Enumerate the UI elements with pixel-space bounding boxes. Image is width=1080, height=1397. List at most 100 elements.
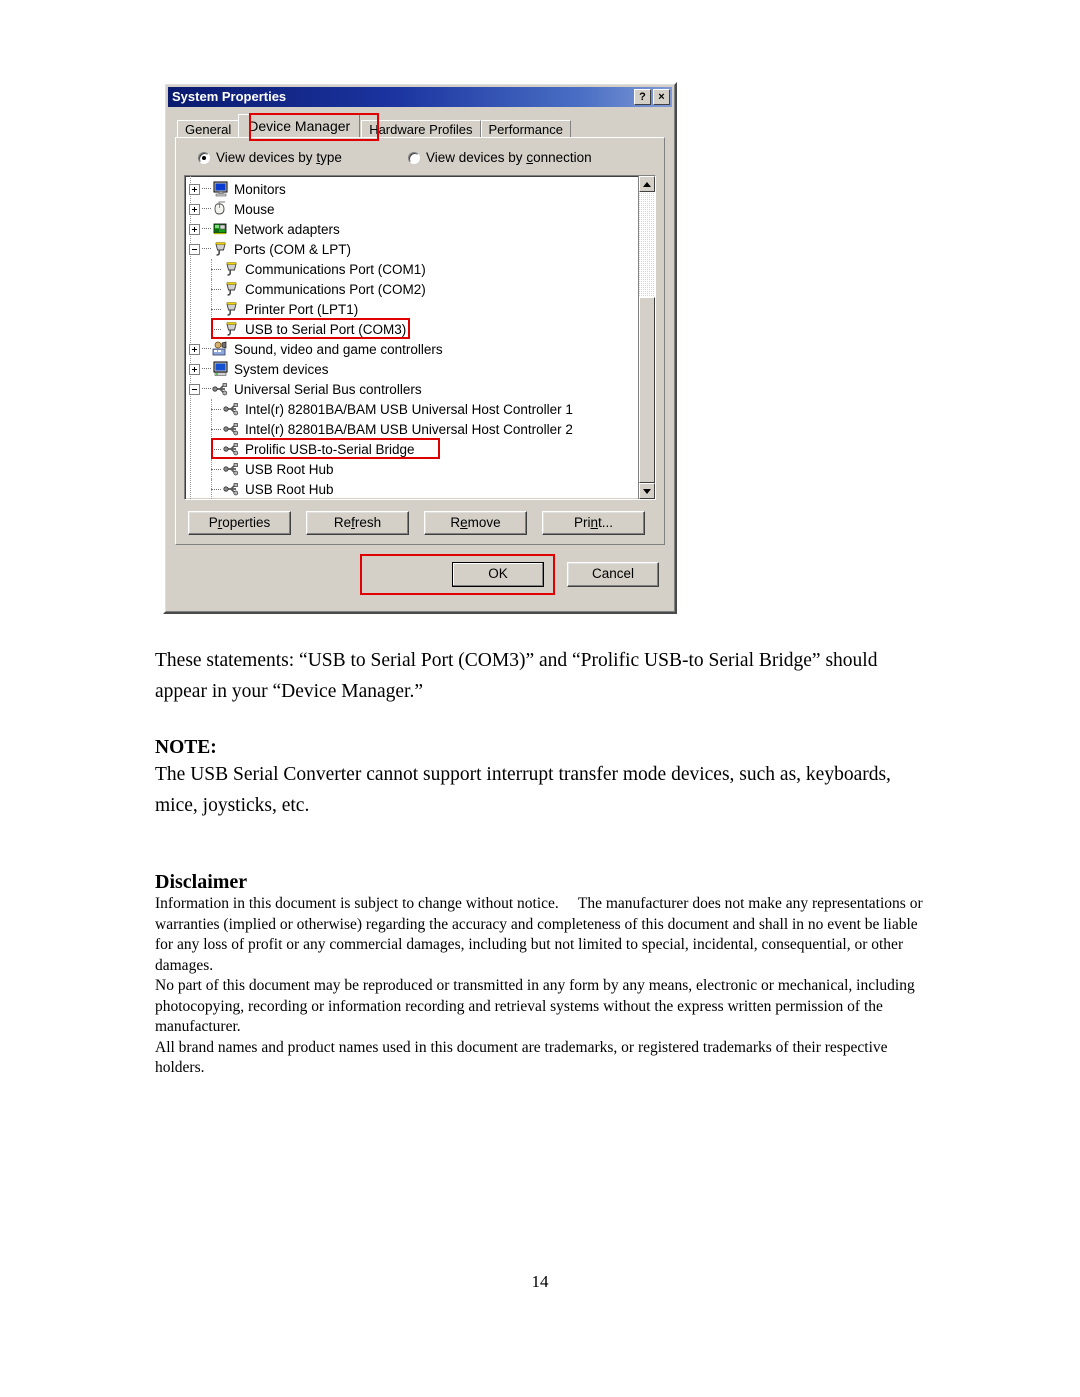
tree-item[interactable]: Monitors <box>189 179 638 199</box>
device-tree-rows[interactable]: Monitors Mouse Network adapters Ports (COM … <box>185 176 638 499</box>
tree-item[interactable]: Ports (COM & LPT) <box>189 239 638 259</box>
tree-connector-line <box>202 188 211 190</box>
ok-annotation-box: OK <box>360 554 555 595</box>
tree-connector-stub <box>211 309 221 311</box>
tree-vertical-scrollbar[interactable] <box>638 176 655 499</box>
tree-item[interactable]: Printer Port (LPT1) <box>189 299 638 319</box>
collapse-minus-icon[interactable] <box>189 383 200 395</box>
tree-connector-line <box>202 348 211 350</box>
usb-icon <box>212 381 230 397</box>
tree-item-label: USB to Serial Port (COM3) <box>245 321 407 337</box>
tree-item[interactable]: Intel(r) 82801BA/BAM USB Universal Host … <box>189 399 638 419</box>
tree-item-label: Network adapters <box>234 221 340 237</box>
ok-button[interactable]: OK <box>452 562 544 587</box>
scrollbar-thumb[interactable] <box>639 296 655 483</box>
view-mode-options: View devices by type View devices by con… <box>198 150 656 165</box>
radio-button-icon <box>198 151 210 164</box>
dialog-titlebar[interactable]: System Properties ? × <box>168 87 672 107</box>
tree-item[interactable]: Communications Port (COM2) <box>189 279 638 299</box>
radio-view-by-type[interactable]: View devices by type <box>198 150 408 165</box>
radio-button-icon <box>408 151 420 164</box>
scroll-up-icon[interactable] <box>639 176 655 192</box>
tree-item[interactable]: Intel(r) 82801BA/BAM USB Universal Host … <box>189 419 638 439</box>
disclaimer-paragraph-2: No part of this document may be reproduc… <box>155 977 915 1035</box>
serial-port-icon <box>223 261 241 277</box>
device-tree[interactable]: Monitors Mouse Network adapters Ports (COM … <box>184 175 656 500</box>
tree-item-label: Ports (COM & LPT) <box>234 241 352 257</box>
help-button[interactable]: ? <box>634 89 651 105</box>
tree-item-label: Sound, video and game controllers <box>234 341 443 357</box>
usb-icon <box>223 461 241 477</box>
scroll-down-icon[interactable] <box>639 483 655 499</box>
disclaimer-heading: Disclaimer <box>155 871 248 893</box>
note-body: The USB Serial Converter cannot support … <box>155 764 891 816</box>
system-properties-dialog: System Properties ? × General Device Man… <box>163 82 677 614</box>
usb-icon <box>223 441 241 457</box>
tree-connector-stub <box>211 469 221 471</box>
tree-item[interactable]: Sound, video and game controllers <box>189 339 638 359</box>
tree-item-label: Printer Port (LPT1) <box>245 301 359 317</box>
tree-item[interactable]: System devices <box>189 359 638 379</box>
tree-item-label: Communications Port (COM1) <box>245 261 426 277</box>
tree-item[interactable]: Network adapters <box>189 219 638 239</box>
tree-item-label: Intel(r) 82801BA/BAM USB Universal Host … <box>245 401 573 417</box>
tree-item[interactable]: Prolific USB-to-Serial Bridge <box>189 439 638 459</box>
dialog-bottom-bar: OK Cancel <box>175 545 665 602</box>
serial-port-icon <box>223 281 241 297</box>
tree-connector-stub <box>211 429 221 431</box>
tree-item[interactable]: USB Root Hub <box>189 459 638 479</box>
expand-plus-icon[interactable] <box>189 343 200 355</box>
tree-item-label: System devices <box>234 361 329 377</box>
disclaimer-paragraph-1: Information in this document is subject … <box>155 895 923 974</box>
tree-connector-stub <box>211 269 221 271</box>
expand-plus-icon[interactable] <box>189 223 200 235</box>
radio-view-by-connection[interactable]: View devices by connection <box>408 150 592 165</box>
mouse-icon <box>212 201 230 217</box>
usb-icon <box>223 401 241 417</box>
expand-plus-icon[interactable] <box>189 183 200 195</box>
network-adapter-icon <box>212 221 230 237</box>
collapse-minus-icon[interactable] <box>189 243 200 255</box>
dialog-body: General Device Manager Hardware Profiles… <box>168 107 672 609</box>
radio-view-by-connection-label: View devices by <box>426 150 527 165</box>
tree-connector-stub <box>211 409 221 411</box>
expand-plus-icon[interactable] <box>189 203 200 215</box>
properties-button[interactable]: Properties <box>188 511 291 535</box>
expand-plus-icon[interactable] <box>189 363 200 375</box>
dialog-inner-frame: System Properties ? × General Device Man… <box>165 84 675 612</box>
device-manager-pane: View devices by type View devices by con… <box>175 137 665 545</box>
usb-icon <box>223 421 241 437</box>
tree-connector-stub <box>211 329 221 331</box>
tree-item-label: Communications Port (COM2) <box>245 281 426 297</box>
page-number: 14 <box>531 1272 549 1291</box>
serial-port-icon <box>212 241 230 257</box>
tree-item[interactable]: Universal Serial Bus controllers <box>189 379 638 399</box>
tab-device-manager[interactable]: Device Manager <box>238 114 361 137</box>
system-device-icon <box>212 361 230 377</box>
tree-connector-line <box>202 368 211 370</box>
remove-button[interactable]: Remove <box>424 511 527 535</box>
tree-item-label: Universal Serial Bus controllers <box>234 381 422 397</box>
tree-item[interactable]: USB to Serial Port (COM3) <box>189 319 638 339</box>
tree-connector-stub <box>211 289 221 291</box>
tree-item[interactable]: Mouse <box>189 199 638 219</box>
radio-view-by-type-label: View devices by <box>216 150 317 165</box>
print-button[interactable]: Print... <box>542 511 645 535</box>
dialog-title: System Properties <box>172 89 287 104</box>
scrollbar-track[interactable] <box>639 192 655 483</box>
tree-connector-line <box>202 388 211 390</box>
refresh-button[interactable]: Refresh <box>306 511 409 535</box>
tab-bar: General Device Manager Hardware Profiles… <box>175 113 665 141</box>
tree-connector-line <box>202 208 211 210</box>
radio-view-by-connection-label-tail: onnection <box>533 150 592 165</box>
usb-icon <box>223 481 241 497</box>
close-icon[interactable]: × <box>653 89 670 105</box>
serial-port-icon <box>223 301 241 317</box>
titlebar-buttons: ? × <box>634 89 670 105</box>
cancel-button[interactable]: Cancel <box>567 562 659 587</box>
tree-item[interactable]: USB Root Hub <box>189 479 638 499</box>
device-action-buttons: Properties Refresh Remove Print... <box>184 511 656 535</box>
tree-item-label: USB Root Hub <box>245 461 334 477</box>
tree-item[interactable]: Communications Port (COM1) <box>189 259 638 279</box>
radio-view-by-type-label-tail: ype <box>320 150 342 165</box>
